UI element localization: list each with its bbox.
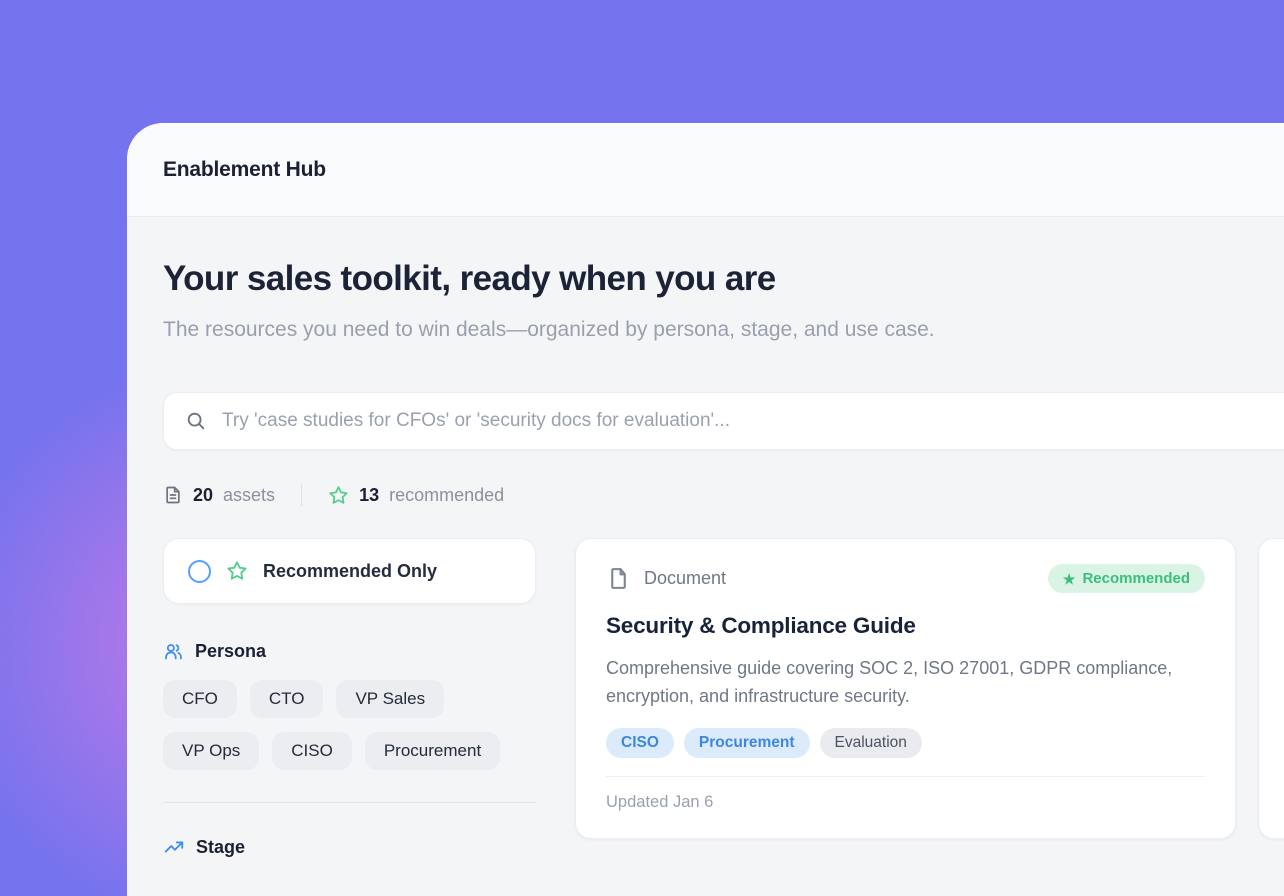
trending-up-icon <box>163 836 185 858</box>
persona-chip-procurement[interactable]: Procurement <box>365 732 500 770</box>
card-type-label: Document <box>644 568 726 589</box>
star-filled-icon: ★ <box>1063 572 1076 586</box>
page-title: Your sales toolkit, ready when you are <box>163 259 1284 299</box>
recommended-count: 13 <box>359 485 379 506</box>
panel-body: Your sales toolkit, ready when you are T… <box>127 259 1284 858</box>
recommended-stat: 13 recommended <box>328 485 504 506</box>
page-subtitle: The resources you need to win deals—orga… <box>163 313 988 347</box>
stage-filter-header: Stage <box>163 836 536 858</box>
users-icon <box>163 641 184 662</box>
assets-stat: 20 assets <box>163 485 275 506</box>
persona-chips: CFO CTO VP Sales VP Ops CISO Procurement <box>163 680 536 770</box>
search-input[interactable] <box>222 410 1284 432</box>
recommended-label: recommended <box>389 485 504 506</box>
recommended-only-toggle[interactable]: Recommended Only <box>163 538 536 604</box>
asset-cards: Document ★ Recommended Security & Compli… <box>575 538 1284 839</box>
card-tags: CISO Procurement Evaluation <box>606 728 1205 758</box>
recommended-badge: ★ Recommended <box>1048 564 1205 593</box>
enablement-hub-panel: Enablement Hub Your sales toolkit, ready… <box>127 123 1284 896</box>
search-bar[interactable] <box>163 392 1284 450</box>
persona-chip-ciso[interactable]: CISO <box>272 732 352 770</box>
persona-chip-cto[interactable]: CTO <box>250 680 324 718</box>
card-type: Document <box>606 566 726 591</box>
card-description: Comprehensive guide covering SOC 2, ISO … <box>606 655 1206 711</box>
assets-label: assets <box>223 485 275 506</box>
stats-row: 20 assets 13 recommended <box>163 484 1284 506</box>
persona-label: Persona <box>195 641 266 662</box>
assets-count: 20 <box>193 485 213 506</box>
search-icon <box>185 410 207 432</box>
clipped-asset-card[interactable] <box>1258 538 1284 839</box>
star-outline-icon <box>328 485 349 506</box>
tag-ciso[interactable]: CISO <box>606 728 674 758</box>
persona-chip-vp-ops[interactable]: VP Ops <box>163 732 259 770</box>
sidebar-divider <box>163 802 536 803</box>
recommended-badge-label: Recommended <box>1082 570 1190 587</box>
file-text-icon <box>163 485 183 505</box>
radio-circle-icon[interactable] <box>188 560 211 583</box>
stage-label: Stage <box>196 837 245 858</box>
card-updated: Updated Jan 6 <box>606 777 1205 836</box>
stats-divider <box>301 484 302 506</box>
persona-chip-vp-sales[interactable]: VP Sales <box>336 680 444 718</box>
app-title: Enablement Hub <box>163 158 326 182</box>
persona-filter-header: Persona <box>163 641 536 662</box>
filters-sidebar: Recommended Only Persona CFO <box>163 538 536 858</box>
persona-chip-cfo[interactable]: CFO <box>163 680 237 718</box>
star-outline-icon <box>226 560 248 582</box>
asset-card-security-compliance-guide[interactable]: Document ★ Recommended Security & Compli… <box>575 538 1236 839</box>
tag-procurement[interactable]: Procurement <box>684 728 810 758</box>
card-title: Security & Compliance Guide <box>606 613 1205 639</box>
tag-evaluation[interactable]: Evaluation <box>820 728 922 758</box>
file-icon <box>606 566 631 591</box>
recommended-only-label: Recommended Only <box>263 561 437 582</box>
panel-header: Enablement Hub <box>127 123 1284 217</box>
